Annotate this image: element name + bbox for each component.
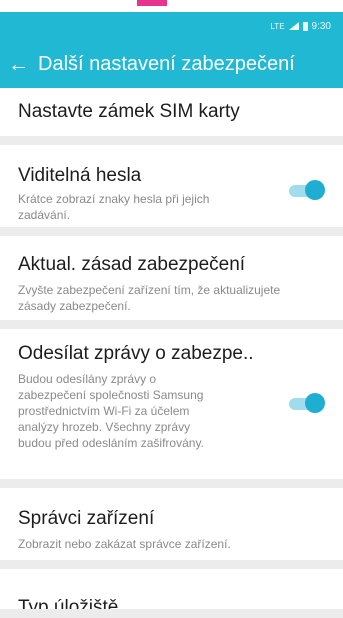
security-reports-toggle[interactable] — [285, 393, 325, 413]
clock: 9:30 — [311, 20, 331, 32]
visible-passwords-item[interactable]: Viditelná hesla Krátce zobrazí znaky hes… — [0, 145, 343, 236]
signal-icon — [288, 22, 299, 30]
arrow-left-icon[interactable]: ← — [8, 54, 38, 75]
device-admins-item[interactable]: Správci zařízení Zobrazit nebo zakázat s… — [0, 488, 343, 569]
status-bar: LTE 9:30 — [0, 12, 343, 40]
security-policy-subtitle: Zvyšte zabezpečení zařízení tím, že aktu… — [18, 283, 281, 313]
storage-type-title: Typ úložiště — [18, 597, 119, 618]
security-policy-item[interactable]: Aktual. zásad zabezpečení Zvyšte zabezpe… — [0, 236, 343, 329]
status-icons: LTE 9:30 — [270, 21, 331, 32]
toggle-knob — [305, 393, 325, 413]
sim-lock-item[interactable]: Nastavte zámek SIM karty — [0, 88, 343, 145]
visible-passwords-toggle[interactable] — [285, 180, 325, 200]
page-title: Další nastavení zabezpečení — [38, 52, 295, 75]
security-reports-title: Odesílat zprávy o zabezpe.. — [18, 343, 254, 364]
toggle-knob — [305, 180, 325, 200]
storage-type-item[interactable]: Typ úložiště — [0, 569, 343, 618]
visible-passwords-subtitle: Krátce zobrazí znaky hesla při jejich za… — [18, 192, 210, 222]
pink-marker — [137, 0, 167, 6]
device-admins-title: Správci zařízení — [18, 508, 155, 529]
sim-lock-title: Nastavte zámek SIM karty — [18, 101, 240, 122]
battery-icon — [302, 21, 308, 31]
app-bar: ← Další nastavení zabezpečení — [0, 40, 343, 88]
security-policy-title: Aktual. zásad zabezpečení — [18, 254, 246, 275]
security-reports-item[interactable]: Odesílat zprávy o zabezpe.. Budou odesíl… — [0, 329, 343, 488]
device-admins-subtitle: Zobrazit nebo zakázat správce zařízení. — [18, 537, 231, 551]
settings-list: Nastavte zámek SIM karty Viditelná hesla… — [0, 88, 343, 618]
security-reports-subtitle: Budou odesílány zprávy o zabezpečení spo… — [18, 372, 204, 450]
network-type: LTE — [270, 21, 285, 31]
